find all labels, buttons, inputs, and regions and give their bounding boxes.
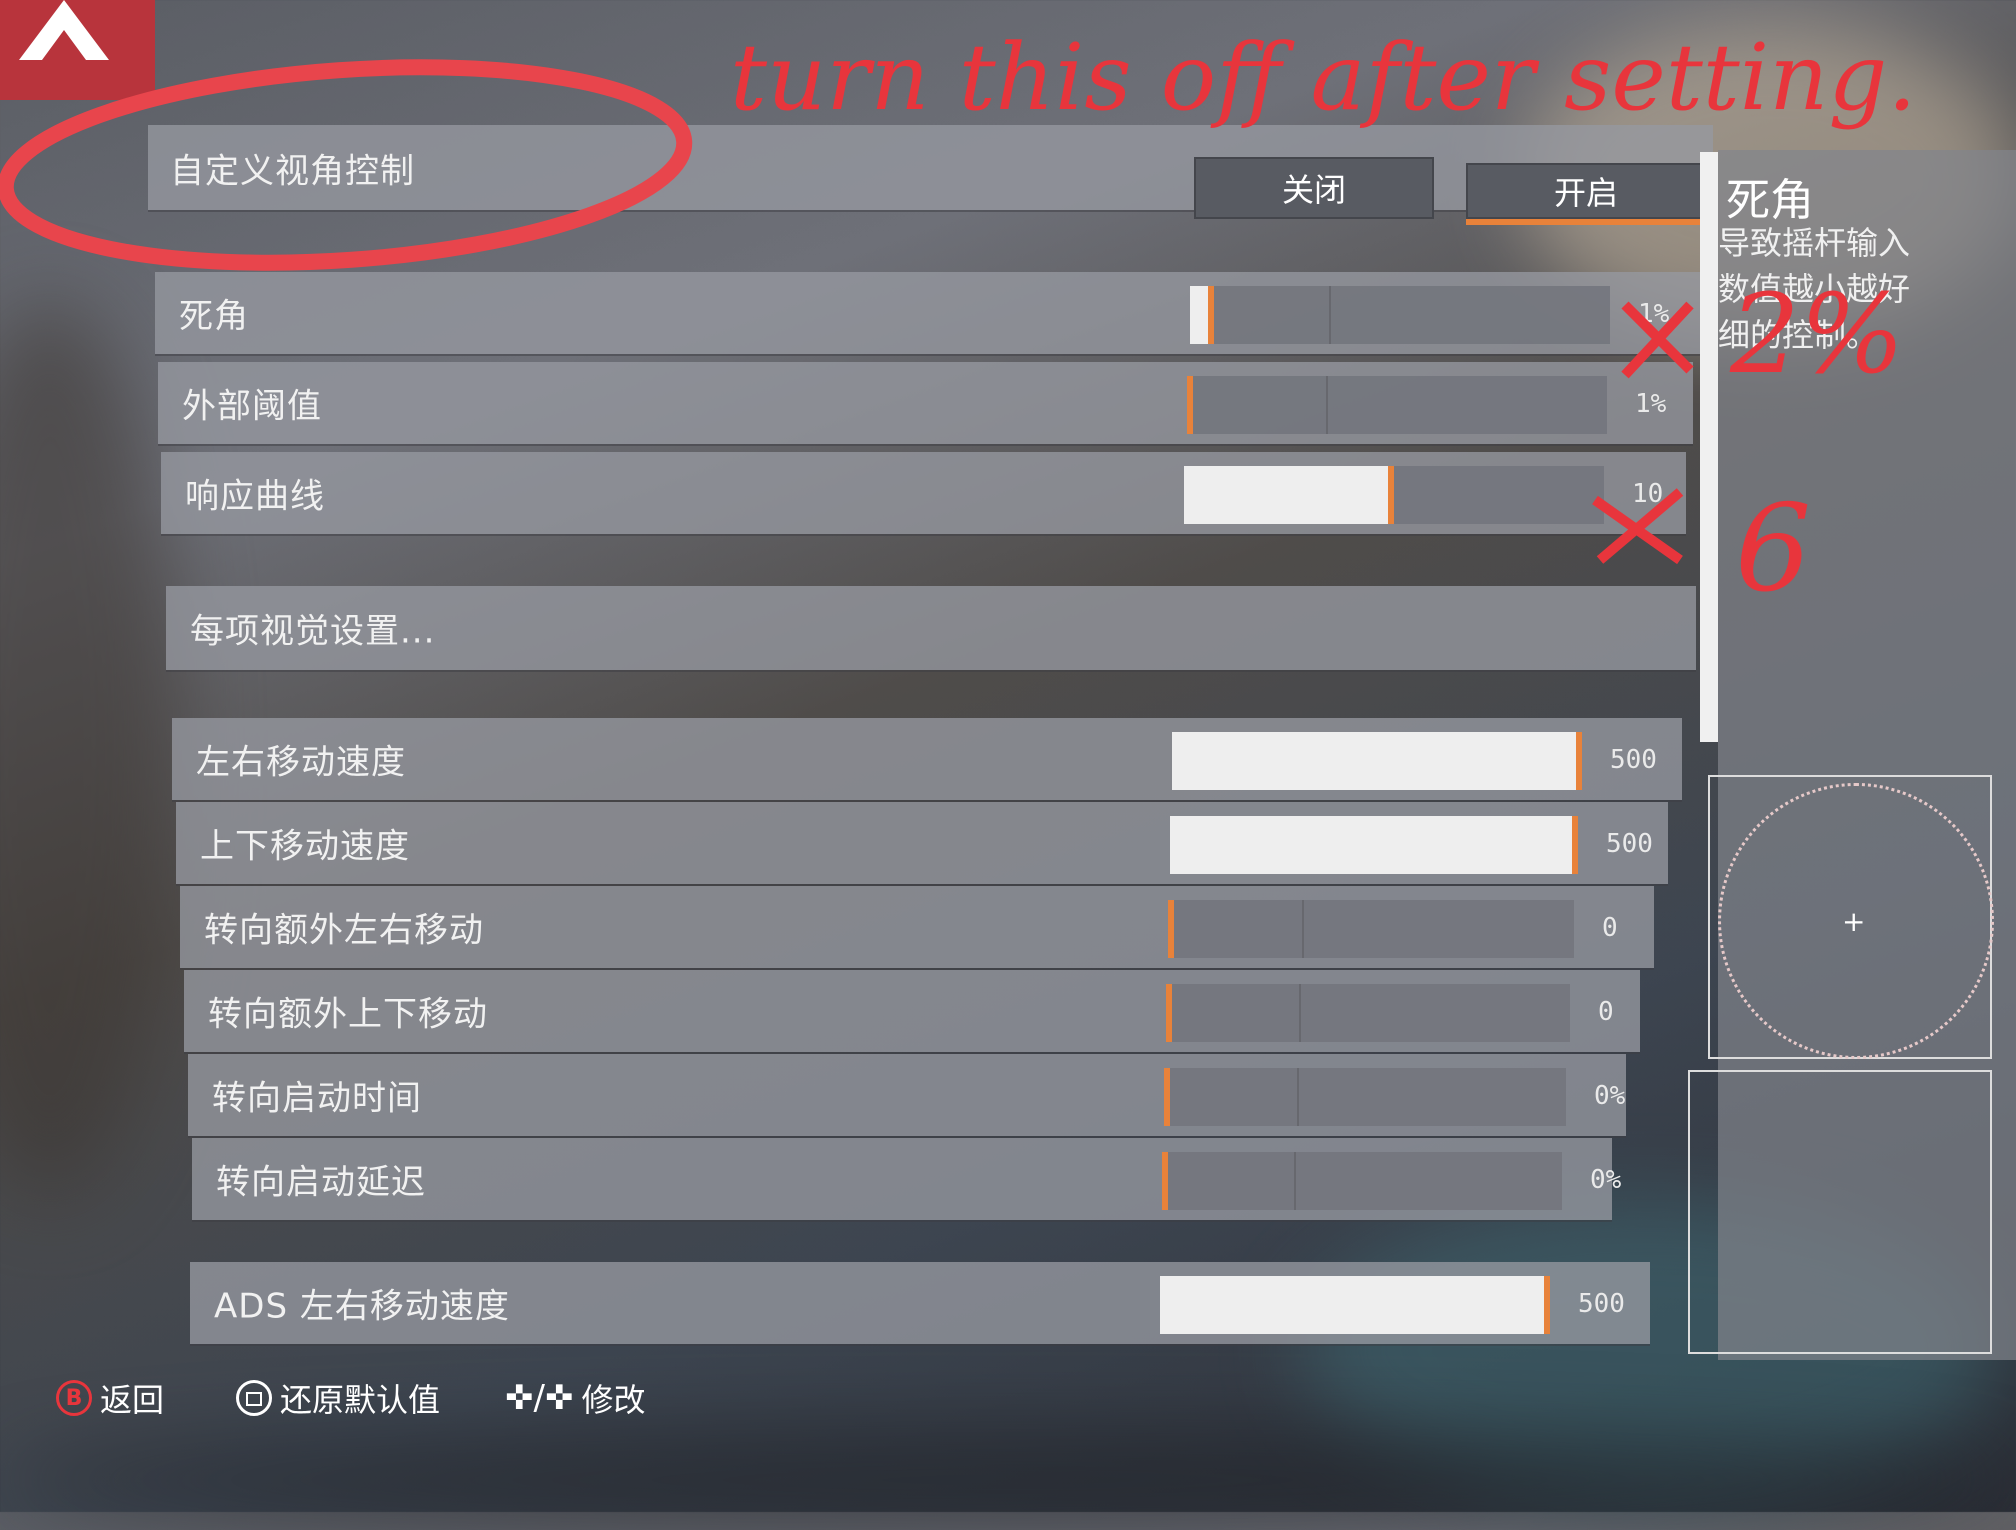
slider-value: 1% bbox=[1638, 299, 1670, 329]
slider-row[interactable]: 外部阈值 1% bbox=[158, 362, 1693, 444]
dpad-icon: ✜/✜ bbox=[505, 1378, 574, 1418]
slider-handle[interactable] bbox=[1166, 984, 1172, 1042]
slider-default-tick bbox=[1297, 1068, 1299, 1126]
slider-value: 500 bbox=[1610, 745, 1657, 775]
slider-value: 0 bbox=[1598, 997, 1614, 1027]
footer-back-label: 返回 bbox=[100, 1381, 165, 1419]
slider-label: 左右移动速度 bbox=[196, 742, 406, 783]
deadzone-preview: + bbox=[1708, 775, 1994, 1059]
background-blur bbox=[0, 1430, 2016, 1530]
custom-look-controls-row: 自定义视角控制 关闭 开启 bbox=[148, 125, 1713, 225]
slider-track[interactable] bbox=[1190, 286, 1610, 344]
slider-handle[interactable] bbox=[1162, 1152, 1168, 1210]
slider-handle[interactable] bbox=[1187, 376, 1193, 434]
slider-track[interactable] bbox=[1172, 732, 1582, 790]
slider-track[interactable] bbox=[1168, 900, 1574, 958]
per-optic-settings-row[interactable]: 每项视觉设置... bbox=[166, 586, 1696, 670]
apex-logo bbox=[0, 0, 155, 100]
slider-value: 0% bbox=[1590, 1165, 1622, 1195]
slider-label: 响应曲线 bbox=[185, 476, 325, 517]
slider-fill bbox=[1170, 816, 1578, 874]
slider-label: 转向启动时间 bbox=[212, 1078, 422, 1119]
footer-back[interactable]: B 返回 bbox=[56, 1375, 164, 1421]
slider-value: 1% bbox=[1635, 389, 1667, 419]
slider-track[interactable] bbox=[1160, 1276, 1550, 1334]
slider-fill bbox=[1184, 466, 1394, 524]
slider-fill bbox=[1190, 286, 1214, 344]
slider-label: 死角 bbox=[179, 296, 249, 337]
toggle-on-button[interactable]: 开启 bbox=[1466, 163, 1706, 225]
slider-row[interactable]: 转向额外上下移动 0 bbox=[184, 970, 1640, 1052]
slider-track[interactable] bbox=[1164, 1068, 1566, 1126]
footer-modify-label: 修改 bbox=[581, 1381, 646, 1419]
slider-label: ADS 左右移动速度 bbox=[214, 1286, 510, 1327]
slider-default-tick bbox=[1302, 900, 1304, 958]
slider-handle[interactable] bbox=[1168, 900, 1174, 958]
slider-track[interactable] bbox=[1187, 376, 1607, 434]
slider-default-tick bbox=[1294, 1152, 1296, 1210]
slider-label: 转向额外上下移动 bbox=[208, 994, 488, 1035]
slider-track[interactable] bbox=[1162, 1152, 1562, 1210]
crosshair-icon: + bbox=[1842, 905, 1866, 938]
slider-label: 外部阈值 bbox=[182, 386, 322, 427]
annotation-deadzone: 2% bbox=[1730, 270, 1905, 398]
info-panel-desc-line: 导致摇杆输入 bbox=[1718, 224, 1911, 262]
slider-row[interactable]: 转向启动时间 0% bbox=[188, 1054, 1626, 1136]
slider-row[interactable]: 左右移动速度 500 bbox=[172, 718, 1682, 800]
slider-track[interactable] bbox=[1166, 984, 1570, 1042]
per-optic-settings-label: 每项视觉设置... bbox=[190, 611, 436, 652]
annotation-curve: 6 bbox=[1735, 480, 1812, 619]
slider-row[interactable]: ADS 左右移动速度 500 bbox=[190, 1262, 1650, 1344]
slider-label: 上下移动速度 bbox=[200, 826, 410, 867]
toggle-off-button[interactable]: 关闭 bbox=[1194, 157, 1434, 219]
slider-fill bbox=[1172, 732, 1582, 790]
b-button-icon: B bbox=[56, 1380, 92, 1416]
slider-track[interactable] bbox=[1184, 466, 1604, 524]
background-blur bbox=[0, 300, 180, 1200]
scrollbar[interactable] bbox=[1700, 152, 1718, 742]
footer-reset-label: 还原默认值 bbox=[280, 1381, 441, 1419]
slider-row[interactable]: 转向启动延迟 0% bbox=[192, 1138, 1621, 1220]
slider-value: 10 bbox=[1632, 479, 1664, 509]
slider-row[interactable]: 响应曲线 10 bbox=[161, 452, 1686, 534]
slider-handle[interactable] bbox=[1164, 1068, 1170, 1126]
slider-value: 0 bbox=[1602, 913, 1618, 943]
slider-track[interactable] bbox=[1170, 816, 1578, 874]
annotation-note: turn this off after setting. bbox=[730, 24, 1917, 131]
slider-fill bbox=[1160, 1276, 1550, 1334]
slider-default-tick bbox=[1299, 984, 1301, 1042]
footer-modify[interactable]: ✜/✜ 修改 bbox=[505, 1375, 645, 1421]
slider-default-tick bbox=[1329, 286, 1331, 344]
info-panel-title: 死角 bbox=[1726, 175, 1814, 226]
slider-value: 0% bbox=[1594, 1081, 1626, 1111]
slider-row[interactable]: 死角 1% bbox=[155, 272, 1700, 354]
slider-value: 500 bbox=[1606, 829, 1653, 859]
slider-row[interactable]: 转向额外左右移动 0 bbox=[180, 886, 1654, 968]
custom-look-controls-label: 自定义视角控制 bbox=[170, 151, 415, 191]
slider-value: 500 bbox=[1578, 1289, 1625, 1319]
response-curve-preview bbox=[1688, 1070, 1992, 1354]
footer-reset[interactable]: 还原默认值 bbox=[236, 1375, 440, 1421]
slider-row[interactable]: 上下移动速度 500 bbox=[176, 802, 1668, 884]
slider-default-tick bbox=[1326, 376, 1328, 434]
slider-label: 转向额外左右移动 bbox=[204, 910, 484, 951]
slider-label: 转向启动延迟 bbox=[216, 1162, 426, 1203]
view-button-icon bbox=[236, 1380, 272, 1416]
